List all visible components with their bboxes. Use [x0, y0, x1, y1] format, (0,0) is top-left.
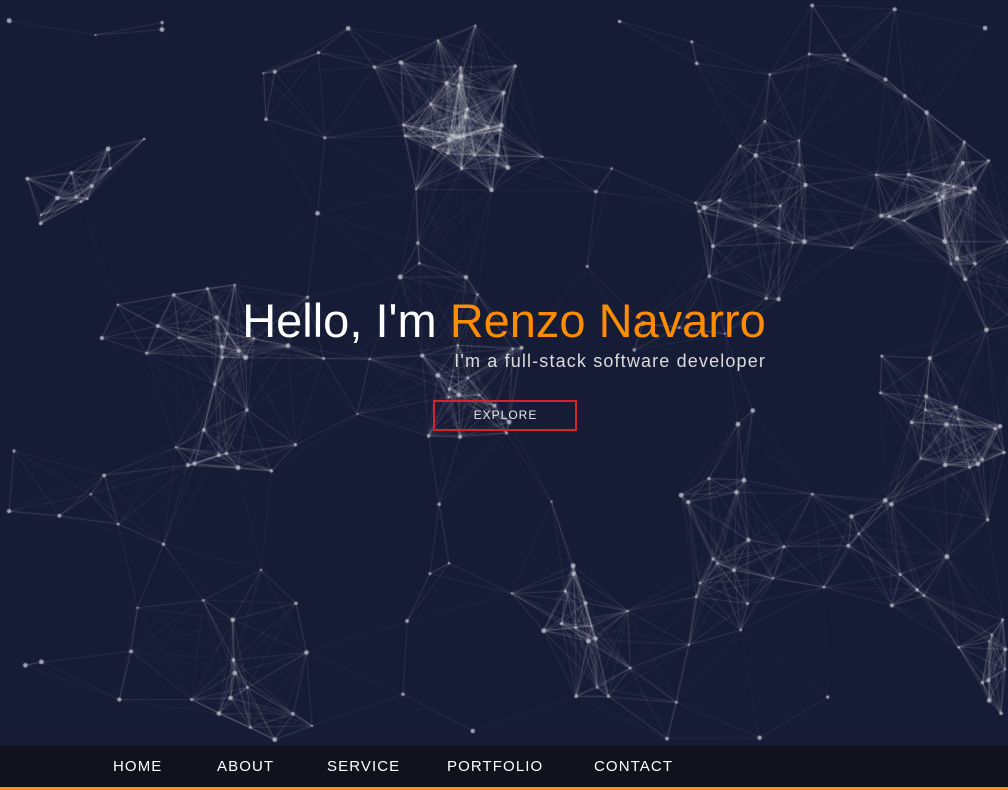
hero-section: Hello, I'm Renzo Navarro I'm a full-stac… [0, 0, 1008, 746]
nav-item-contact[interactable]: CONTACT [594, 746, 673, 787]
hero-name: Renzo Navarro [449, 294, 766, 347]
nav-item-portfolio[interactable]: PORTFOLIO [447, 746, 543, 787]
hero-heading: Hello, I'm Renzo Navarro [0, 297, 1008, 344]
main-nav: HOME ABOUT SERVICE PORTFOLIO CONTACT [0, 746, 1008, 790]
nav-item-home[interactable]: HOME [113, 746, 162, 787]
nav-item-service[interactable]: SERVICE [327, 746, 400, 787]
nav-item-about[interactable]: ABOUT [217, 746, 274, 787]
particle-network-background [0, 0, 1008, 746]
hero-tagline: I'm a full-stack software developer [454, 351, 766, 371]
page: { "hero": { "greeting": "Hello, I'm", "n… [0, 0, 1008, 790]
hero-greeting: Hello, I'm [242, 294, 437, 347]
explore-button[interactable]: EXPLORE [433, 400, 577, 431]
